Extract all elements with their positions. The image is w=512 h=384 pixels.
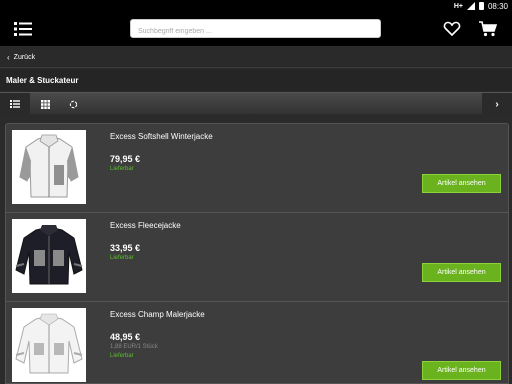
cart-icon[interactable] xyxy=(478,20,498,38)
chevron-left-icon: ‹ xyxy=(7,52,10,62)
battery-icon xyxy=(478,2,484,10)
refresh-icon xyxy=(69,100,77,108)
product-name[interactable]: Excess Softshell Winterjacke xyxy=(110,132,213,141)
stock-status: Lieferbar xyxy=(110,166,134,172)
view-toolbar: › xyxy=(0,92,512,115)
network-type: H+ xyxy=(453,2,463,10)
product-item[interactable]: Excess Champ Malerjacke 48,95 € 1,88 EUR… xyxy=(6,302,508,383)
jacket-image-icon xyxy=(19,134,79,198)
list-view-icon xyxy=(10,100,20,108)
next-button[interactable]: › xyxy=(482,93,512,115)
jacket-image-icon xyxy=(15,313,83,374)
list-view-button[interactable] xyxy=(0,93,30,115)
chevron-right-icon: › xyxy=(495,98,499,110)
product-name[interactable]: Excess Fleecejacke xyxy=(110,221,181,230)
unit-price: 1,88 EUR/1 Stück xyxy=(110,344,158,350)
product-name[interactable]: Excess Champ Malerjacke xyxy=(110,310,205,319)
refresh-button[interactable] xyxy=(58,93,88,115)
view-product-button[interactable]: Artikel ansehen xyxy=(422,263,501,282)
status-icons: H+ 08:30 xyxy=(454,0,508,12)
status-bar: H+ 08:30 xyxy=(0,0,512,12)
stock-status: Lieferbar xyxy=(110,255,134,261)
back-label: Zurück xyxy=(13,53,36,61)
product-image[interactable] xyxy=(12,219,86,293)
view-product-button[interactable]: Artikel ansehen xyxy=(422,174,501,193)
search-input[interactable] xyxy=(131,23,380,40)
grid-view-icon xyxy=(40,99,50,109)
jacket-image-icon xyxy=(15,225,83,285)
clock: 08:30 xyxy=(487,1,508,11)
product-item[interactable]: Excess Fleecejacke 33,95 € Lieferbar Art… xyxy=(6,213,508,302)
view-product-button[interactable]: Artikel ansehen xyxy=(422,361,501,380)
product-item[interactable]: Excess Softshell Winterjacke 79,95 € Lie… xyxy=(6,124,508,213)
product-price: 48,95 € xyxy=(110,332,141,342)
app-bar xyxy=(0,12,512,46)
grid-view-button[interactable] xyxy=(30,93,60,115)
heart-icon[interactable] xyxy=(443,20,461,38)
page-title: Maler & Stuckateur xyxy=(6,75,79,85)
product-price: 33,95 € xyxy=(110,243,141,253)
product-image[interactable] xyxy=(12,308,86,382)
signal-icon xyxy=(466,2,475,10)
search-field[interactable] xyxy=(130,19,381,40)
product-list: Excess Softshell Winterjacke 79,95 € Lie… xyxy=(5,123,509,384)
stock-status: Lieferbar xyxy=(110,353,134,359)
product-price: 79,95 € xyxy=(110,154,141,164)
menu-icon[interactable] xyxy=(14,21,32,37)
category-header: Maler & Stuckateur xyxy=(0,69,512,91)
product-image[interactable] xyxy=(12,130,86,204)
back-button[interactable]: ‹ Zurück xyxy=(0,47,512,68)
